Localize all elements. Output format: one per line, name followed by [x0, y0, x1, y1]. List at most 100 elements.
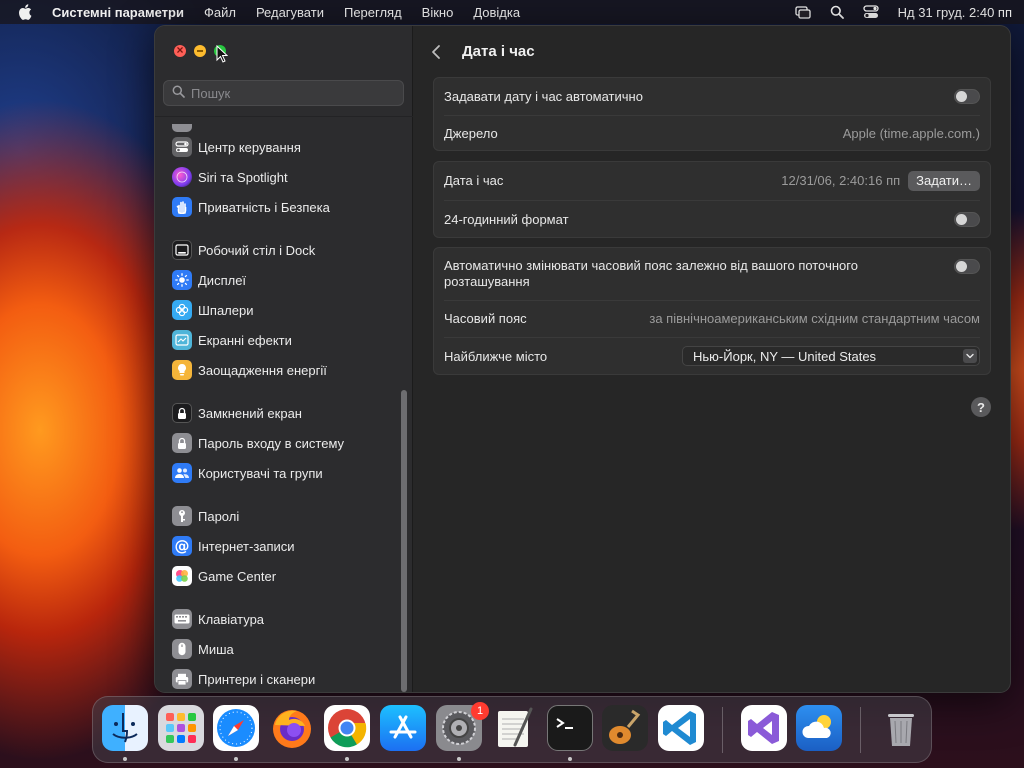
sidebar-scrollbar[interactable] [401, 390, 407, 692]
menu-clock[interactable]: Нд 31 груд. 2:40 пп [898, 5, 1012, 20]
settings-window: Центр керування Siri та Spotlight Приват… [154, 25, 1011, 693]
safari-icon[interactable] [213, 705, 259, 751]
sidebar-item-label: Користувачі та групи [198, 465, 323, 481]
garageband-icon[interactable] [602, 705, 648, 751]
sidebar-item-passwords[interactable]: Паролі [155, 501, 405, 531]
sidebar-item-game-center[interactable]: Game Center [155, 561, 405, 591]
vscode-icon[interactable] [658, 705, 704, 751]
sidebar-item-displays[interactable]: Дисплеї [155, 265, 405, 295]
datetime-value: 12/31/06, 2:40:16 пп [781, 173, 901, 188]
firefox-icon[interactable] [269, 705, 315, 751]
auto-timezone-toggle[interactable] [954, 259, 980, 274]
lightbulb-icon [172, 360, 192, 380]
at-icon: @ [172, 536, 192, 556]
sidebar-item-wallpaper[interactable]: Шпалери [155, 295, 405, 325]
menu-file[interactable]: Файл [204, 5, 236, 20]
sidebar-item-partial [155, 124, 405, 132]
help-button[interactable]: ? [971, 397, 991, 417]
weather-icon[interactable] [796, 705, 842, 751]
running-indicator [123, 757, 127, 761]
sidebar-item-label: Центр керування [198, 139, 301, 155]
auto-datetime-row: Задавати дату і час автоматично [434, 78, 990, 115]
sidebar-item-label: Паролі [198, 508, 240, 524]
content-pane: Дата і час Задавати дату і час автоматич… [413, 26, 1010, 692]
wallpaper-icon [172, 300, 192, 320]
mouse-icon [172, 639, 192, 659]
sidebar-item-label: Екранні ефекти [198, 332, 292, 348]
back-button[interactable] [431, 42, 447, 62]
source-row: Джерело Apple (time.apple.com.) [434, 115, 990, 152]
launchpad-icon[interactable] [158, 705, 204, 751]
auto-datetime-toggle[interactable] [954, 89, 980, 104]
sidebar-item-privacy-security[interactable]: Приватність і Безпека [155, 192, 405, 222]
trash-icon[interactable] [878, 705, 924, 751]
key-icon [172, 506, 192, 526]
sidebar-item-mouse[interactable]: Миша [155, 634, 405, 664]
sidebar-item-lock-screen[interactable]: Замкнений екран [155, 398, 405, 428]
sidebar-item-users-groups[interactable]: Користувачі та групи [155, 458, 405, 488]
close-window-button[interactable] [174, 43, 186, 57]
timezone-label: Часовий пояс [444, 311, 527, 326]
sidebar-item-label: Інтернет-записи [198, 538, 295, 554]
sidebar-search[interactable] [163, 80, 404, 106]
screen-mirroring-icon[interactable] [794, 4, 812, 20]
sidebar-item-internet-accounts[interactable]: @ Інтернет-записи [155, 531, 405, 561]
sidebar-divider [155, 116, 413, 117]
date-time-group: Дата і час 12/31/06, 2:40:16 пп Задати… … [433, 161, 991, 238]
finder-icon[interactable] [102, 705, 148, 751]
chevron-down-icon [963, 349, 977, 363]
chrome-icon[interactable] [324, 705, 370, 751]
lock-icon [172, 433, 192, 453]
menu-window[interactable]: Вікно [422, 5, 454, 20]
menu-edit[interactable]: Редагувати [256, 5, 324, 20]
running-indicator [457, 757, 461, 761]
terminal-icon[interactable] [547, 705, 593, 751]
hand-icon [172, 197, 192, 217]
datetime-label: Дата і час [444, 173, 504, 188]
set-datetime-button[interactable]: Задати… [908, 170, 980, 191]
page-title: Дата і час [462, 43, 535, 60]
sidebar-item-label: Принтери і сканери [198, 671, 316, 687]
format24-toggle[interactable] [954, 211, 980, 227]
apple-logo-icon[interactable] [18, 4, 32, 20]
menu-app-name[interactable]: Системні параметри [52, 5, 184, 20]
menu-view[interactable]: Перегляд [344, 5, 402, 20]
auto-timezone-row: Автоматично змінювати часовий пояс залеж… [434, 248, 990, 300]
mouse-cursor-icon [216, 44, 229, 63]
running-indicator [234, 757, 238, 761]
menu-bar: Системні параметри Файл Редагувати Перег… [0, 0, 1024, 24]
sidebar-item-energy-saver[interactable]: Заощадження енергії [155, 355, 405, 385]
sidebar-item-label: Приватність і Безпека [198, 199, 330, 215]
app-store-icon[interactable] [380, 705, 426, 751]
sidebar-item-login-password[interactable]: Пароль входу в систему [155, 428, 405, 458]
sidebar-item-screensaver[interactable]: Екранні ефекти [155, 325, 405, 355]
sidebar-item-siri-spotlight[interactable]: Siri та Spotlight [155, 162, 405, 192]
menu-help[interactable]: Довідка [473, 5, 520, 20]
sidebar-item-label: Замкнений екран [198, 405, 302, 421]
dock-separator [860, 707, 861, 753]
search-input[interactable] [191, 85, 391, 101]
running-indicator [345, 757, 349, 761]
dock: 1 [92, 696, 932, 763]
format24-row: 24-годинний формат [434, 200, 990, 238]
sidebar-item-label: Шпалери [198, 302, 254, 318]
spotlight-search-icon[interactable] [828, 4, 846, 20]
source-label: Джерело [444, 126, 498, 141]
sidebar-item-control-center[interactable]: Центр керування [155, 132, 405, 162]
textedit-icon[interactable] [491, 705, 537, 751]
sidebar-item-desktop-dock[interactable]: Робочий стіл і Dock [155, 235, 405, 265]
users-icon [172, 463, 192, 483]
auto-time-group: Задавати дату і час автоматично Джерело … [433, 77, 991, 151]
sidebar-item-label: Робочий стіл і Dock [198, 242, 316, 258]
sidebar-item-label: Миша [198, 641, 234, 657]
control-center-toggle-icon[interactable] [862, 4, 880, 20]
visual-studio-icon[interactable] [741, 705, 787, 751]
sidebar-item-label: Клавіатура [198, 611, 265, 627]
sidebar-item-keyboard[interactable]: Клавіатура [155, 604, 405, 634]
closest-city-row: Найближче місто Нью-Йорк, NY — United St… [434, 337, 990, 375]
closest-city-select[interactable]: Нью-Йорк, NY — United States [682, 346, 980, 366]
source-value: Apple (time.apple.com.) [842, 126, 980, 141]
minimize-window-button[interactable] [194, 45, 206, 57]
auto-timezone-label: Автоматично змінювати часовий пояс залеж… [444, 258, 858, 289]
sidebar-item-printers-scanners[interactable]: Принтери і сканери [155, 664, 405, 692]
